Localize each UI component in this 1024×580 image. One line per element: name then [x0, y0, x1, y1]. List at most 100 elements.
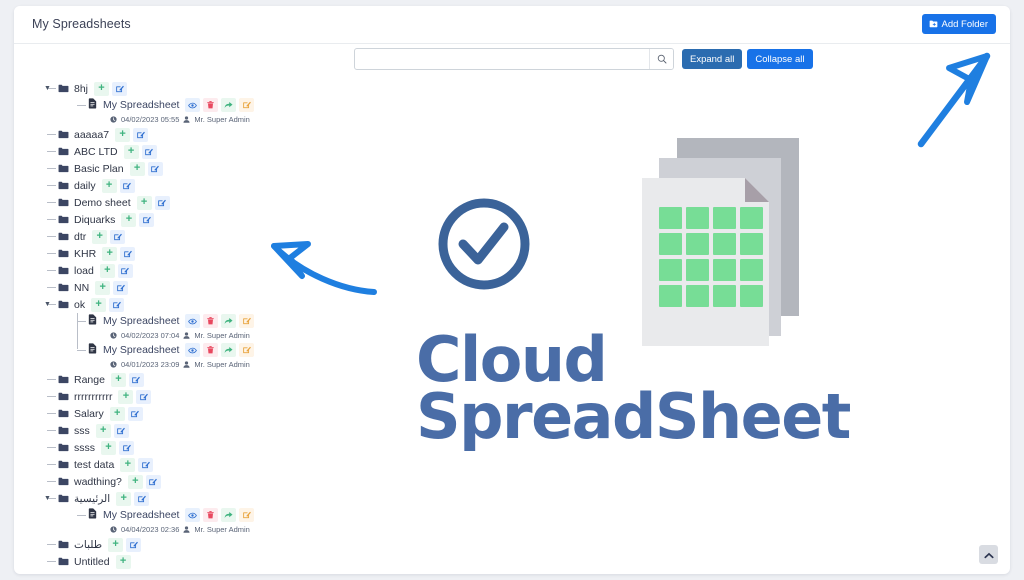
folder-row[interactable]: ABC LTD + [36, 143, 336, 160]
view-sheet-button[interactable] [185, 508, 201, 522]
folder-row[interactable]: ▼ 8hj + [36, 80, 336, 97]
edit-folder-button[interactable] [120, 246, 136, 261]
expand-toggle-icon[interactable]: ▼ [44, 495, 51, 502]
edit-folder-button[interactable] [110, 229, 126, 244]
file-meta: 04/04/2023 02:36 Mr. Super Admin [36, 523, 336, 536]
view-sheet-button[interactable] [185, 343, 201, 357]
add-child-button[interactable]: + [120, 457, 136, 472]
folder-name: Untitled [74, 555, 110, 568]
add-child-button[interactable]: + [127, 474, 143, 489]
folder-row[interactable]: rrrrrrrrrrr + [36, 388, 336, 405]
folder-row[interactable]: طلبات + [36, 536, 336, 553]
add-child-button[interactable]: + [123, 144, 139, 159]
view-sheet-button[interactable] [185, 98, 201, 112]
add-child-button[interactable]: + [116, 491, 132, 506]
edit-folder-button[interactable] [141, 144, 157, 159]
folder-row[interactable]: Basic Plan + [36, 160, 336, 177]
edit-folder-button[interactable] [117, 263, 133, 278]
edit-folder-button[interactable] [127, 406, 143, 421]
search-button[interactable] [649, 49, 673, 69]
share-sheet-button[interactable] [221, 508, 237, 522]
delete-sheet-button[interactable] [203, 343, 219, 357]
edit-folder-button[interactable] [139, 212, 155, 227]
add-child-button[interactable]: + [92, 229, 108, 244]
edit-folder-button[interactable] [119, 440, 134, 455]
edit-folder-button[interactable] [154, 195, 170, 210]
folder-row[interactable]: ▼ ok + [36, 296, 336, 313]
view-sheet-button[interactable] [185, 314, 201, 328]
edit-folder-button[interactable] [136, 389, 152, 404]
add-child-button[interactable]: + [129, 161, 145, 176]
folder-row[interactable]: Untitled + [36, 553, 336, 570]
add-child-button[interactable]: + [91, 297, 107, 312]
folder-row[interactable]: daily + [36, 177, 336, 194]
scroll-to-top-button[interactable] [979, 545, 998, 564]
add-child-button[interactable]: + [101, 440, 116, 455]
folder-row[interactable]: load + [36, 262, 336, 279]
folder-row[interactable]: aaaaa7 + [36, 126, 336, 143]
file-meta: 04/01/2023 23:09 Mr. Super Admin [36, 358, 336, 371]
add-child-button[interactable]: + [99, 263, 115, 278]
edit-folder-button[interactable] [126, 537, 142, 552]
add-folder-button[interactable]: Add Folder [921, 14, 996, 34]
edit-folder-button[interactable] [128, 372, 144, 387]
add-child-button[interactable]: + [109, 406, 125, 421]
edit-folder-button[interactable] [113, 280, 129, 295]
delete-sheet-button[interactable] [203, 314, 219, 328]
add-child-button[interactable]: + [110, 372, 126, 387]
add-child-button[interactable]: + [108, 537, 124, 552]
folder-row[interactable]: KHR + [36, 245, 336, 262]
folder-row[interactable]: Diquarks + [36, 211, 336, 228]
rename-sheet-button[interactable] [239, 508, 255, 522]
add-child-button[interactable]: + [115, 127, 131, 142]
delete-sheet-button[interactable] [203, 508, 219, 522]
edit-folder-button[interactable] [147, 161, 163, 176]
edit-folder-button[interactable] [113, 423, 129, 438]
delete-sheet-button[interactable] [203, 98, 219, 112]
edit-folder-button[interactable] [109, 297, 125, 312]
rename-sheet-button[interactable] [239, 98, 255, 112]
share-sheet-button[interactable] [221, 98, 237, 112]
folder-row[interactable]: sss + [36, 422, 336, 439]
file-row[interactable]: My Spreadsheet [36, 342, 336, 358]
file-row[interactable]: My Spreadsheet [36, 507, 336, 523]
add-child-button[interactable]: + [115, 554, 131, 569]
edit-folder-button[interactable] [112, 81, 128, 96]
edit-folder-button[interactable] [133, 127, 149, 142]
user-icon [183, 331, 190, 340]
expand-all-button[interactable]: Expand all [682, 49, 743, 69]
plus-icon: + [104, 264, 111, 276]
rename-sheet-button[interactable] [239, 343, 255, 357]
folder-row[interactable]: ssss + [36, 439, 336, 456]
edit-folder-button[interactable] [134, 491, 150, 506]
folder-row[interactable]: NN + [36, 279, 336, 296]
share-sheet-button[interactable] [221, 343, 237, 357]
add-child-button[interactable]: + [95, 280, 111, 295]
add-child-button[interactable]: + [102, 246, 118, 261]
folder-row[interactable]: Demo sheet + [36, 194, 336, 211]
edit-folder-button[interactable] [138, 457, 154, 472]
edit-folder-button[interactable] [145, 474, 161, 489]
add-child-button[interactable]: + [121, 212, 137, 227]
tree-node: ssss + [36, 439, 336, 456]
folder-row[interactable]: dtr + [36, 228, 336, 245]
expand-toggle-icon[interactable]: ▼ [44, 85, 51, 92]
folder-row[interactable]: test data + [36, 456, 336, 473]
folder-row[interactable]: wadthing? + [36, 473, 336, 490]
add-child-button[interactable]: + [95, 423, 111, 438]
file-row[interactable]: My Spreadsheet [36, 313, 336, 349]
share-sheet-button[interactable] [221, 314, 237, 328]
file-row[interactable]: My Spreadsheet [36, 97, 336, 113]
add-child-button[interactable]: + [118, 389, 134, 404]
folder-row[interactable]: Range + [36, 371, 336, 388]
add-child-button[interactable]: + [101, 178, 117, 193]
add-child-button[interactable]: + [94, 81, 110, 96]
add-child-button[interactable]: + [136, 195, 152, 210]
folder-row[interactable]: Salary + [36, 405, 336, 422]
search-input[interactable] [355, 49, 649, 69]
folder-row[interactable]: ▼ الرئيسية + [36, 490, 336, 507]
rename-sheet-button[interactable] [239, 314, 255, 328]
collapse-all-button[interactable]: Collapse all [747, 49, 813, 69]
edit-folder-button[interactable] [119, 178, 135, 193]
expand-toggle-icon[interactable]: ▼ [44, 301, 51, 308]
